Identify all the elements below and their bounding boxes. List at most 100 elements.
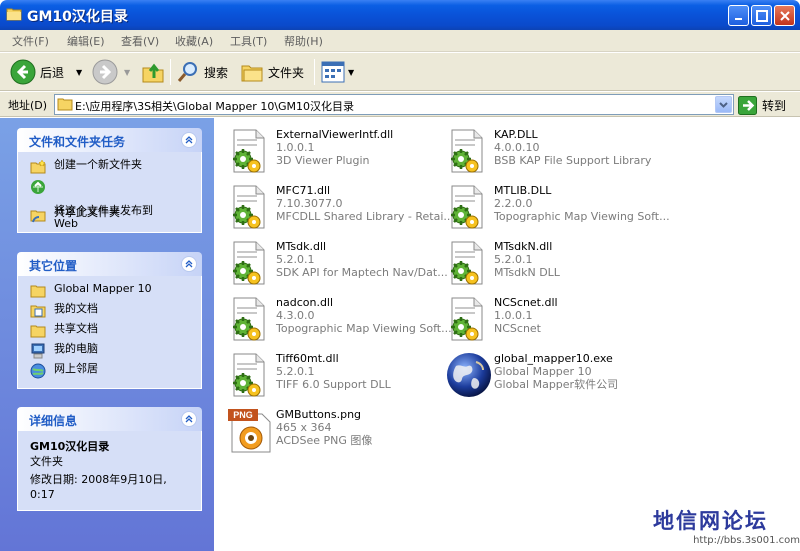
close-button[interactable] <box>774 5 795 26</box>
file-description: Global Mapper软件公司 <box>494 378 619 391</box>
file-name: nadcon.dll <box>276 296 334 309</box>
file-item[interactable]: nadcon.dll 4.3.0.0 Topographic Map Viewing… <box>220 292 452 344</box>
minimize-icon <box>735 18 742 20</box>
publish-web-icon <box>31 180 45 194</box>
file-description: Topographic Map Viewing Soft... <box>276 322 452 335</box>
task-publish-web[interactable]: 将这个文件夹发布到 Web <box>18 178 201 230</box>
file-name: KAP.DLL <box>494 128 538 141</box>
menu-tools[interactable]: 工具(T) <box>230 33 267 49</box>
file-item[interactable]: MFC71.dll 7.10.3077.0 MFCDLL Shared Librar… <box>220 180 454 232</box>
close-icon <box>780 11 790 21</box>
up-folder-icon <box>142 63 164 83</box>
toolbar-separator <box>314 59 315 85</box>
place-my-computer[interactable]: 我的电脑 <box>18 342 201 362</box>
file-description: ACDSee PNG 图像 <box>276 434 373 447</box>
file-tasks-header[interactable]: 文件和文件夹任务 <box>17 128 202 152</box>
menu-edit[interactable]: 编辑(E) <box>67 33 105 49</box>
file-version: 5.2.0.1 <box>276 365 315 378</box>
go-arrow-icon <box>738 95 757 115</box>
forward-dropdown-icon[interactable]: ▼ <box>124 68 130 77</box>
file-list: ExternalViewerIntf.dll 1.0.0.1 3D Viewer P… <box>214 118 800 551</box>
watermark: 地信网论坛 http://bbs.3s001.com <box>600 504 800 551</box>
folder-icon <box>57 98 73 111</box>
file-description: TIFF 6.0 Support DLL <box>276 378 391 391</box>
file-description: MTsdkN DLL <box>494 266 560 279</box>
file-item[interactable]: ExternalViewerIntf.dll 1.0.0.1 3D Viewer P… <box>220 124 430 176</box>
place-label: 网上邻居 <box>54 362 98 375</box>
file-item[interactable]: MTsdk.dll 5.2.0.1 SDK API for Maptech Nav/… <box>220 236 448 288</box>
place-my-documents[interactable]: 我的文档 <box>18 302 201 322</box>
address-dropdown-button[interactable] <box>715 96 732 113</box>
details-type: 文件夹 <box>30 455 63 468</box>
file-description: BSB KAP File Support Library <box>494 154 652 167</box>
file-item[interactable]: MTLIB.DLL 2.2.0.0 Topographic Map Viewing … <box>438 180 670 232</box>
file-version: 7.10.3077.0 <box>276 197 343 210</box>
other-places-panel: 其它位置 Global Mapper 10 我的文档 共享文档 我的电脑 网上邻… <box>17 252 202 389</box>
collapse-icon[interactable] <box>181 411 197 427</box>
chevron-down-icon <box>719 102 728 108</box>
folder-icon <box>30 285 46 298</box>
dll-icon <box>446 296 486 342</box>
back-button[interactable]: 后退 ▼ <box>10 57 82 87</box>
search-button[interactable]: 搜索 <box>176 57 228 87</box>
file-item[interactable]: global_mapper10.exe Global Mapper 10 Globa… <box>438 348 648 400</box>
file-description: SDK API for Maptech Nav/Dat... <box>276 266 448 279</box>
png-file-icon: PNG <box>228 408 271 454</box>
file-description: Topographic Map Viewing Soft... <box>494 210 670 223</box>
explorer-window: GM10汉化目录 文件(F) 编辑(E) 查看(V) 收藏(A) 工具(T) 帮… <box>0 0 800 551</box>
file-item[interactable]: KAP.DLL 4.0.0.10 BSB KAP File Support Libr… <box>438 124 652 176</box>
folders-label: 文件夹 <box>268 65 305 80</box>
menu-view[interactable]: 查看(V) <box>121 33 159 49</box>
back-dropdown-icon[interactable]: ▼ <box>76 68 82 77</box>
file-item[interactable]: PNG GMButtons.png 465 x 364 ACDSee PNG 图像 <box>220 404 430 456</box>
window-title: GM10汉化目录 <box>27 9 128 25</box>
task-pane: 文件和文件夹任务 创建一个新文件夹 将这个文件夹发布到 Web 共享此文件夹 其… <box>0 118 214 551</box>
go-label: 转到 <box>762 98 787 113</box>
minimize-button[interactable] <box>728 5 749 26</box>
my-computer-icon <box>31 343 45 359</box>
my-documents-icon <box>30 305 46 318</box>
place-network[interactable]: 网上邻居 <box>18 362 201 382</box>
up-folder-button[interactable] <box>140 57 166 87</box>
folders-button[interactable]: 文件夹 <box>240 57 304 87</box>
task-new-folder[interactable]: 创建一个新文件夹 <box>18 158 201 178</box>
other-places-header[interactable]: 其它位置 <box>17 252 202 276</box>
panel-title: 其它位置 <box>29 259 78 273</box>
forward-arrow-icon <box>92 59 118 85</box>
details-header[interactable]: 详细信息 <box>17 407 202 431</box>
menu-file[interactable]: 文件(F) <box>12 33 49 49</box>
views-button[interactable]: ▼ <box>321 57 354 87</box>
task-label: 创建一个新文件夹 <box>54 158 142 171</box>
collapse-icon[interactable] <box>181 132 197 148</box>
task-label: 共享此文件夹 <box>54 206 120 219</box>
back-label: 后退 <box>40 65 65 80</box>
go-button[interactable]: 转到 <box>738 95 786 115</box>
collapse-icon[interactable] <box>181 256 197 272</box>
png-badge-text: PNG <box>233 410 253 420</box>
maximize-icon <box>756 10 768 22</box>
task-share-folder[interactable]: 共享此文件夹 <box>18 206 201 226</box>
menu-help[interactable]: 帮助(H) <box>284 33 323 49</box>
views-dropdown-icon[interactable]: ▼ <box>348 68 354 77</box>
dll-icon <box>228 128 268 174</box>
place-shared-documents[interactable]: 共享文档 <box>18 322 201 342</box>
file-name: GMButtons.png <box>276 408 362 421</box>
file-item[interactable]: Tiff60mt.dll 5.2.0.1 TIFF 6.0 Support DLL <box>220 348 430 400</box>
watermark-url: http://bbs.3s001.com <box>693 535 800 546</box>
globe-exe-icon <box>446 352 491 398</box>
file-item[interactable]: NCScnet.dll 1.0.0.1 NCScnet <box>438 292 648 344</box>
place-global-mapper[interactable]: Global Mapper 10 <box>18 282 201 302</box>
menu-favorites[interactable]: 收藏(A) <box>175 33 213 49</box>
place-label: 共享文档 <box>54 322 98 335</box>
file-name: MTsdk.dll <box>276 240 327 253</box>
dll-icon <box>228 352 268 398</box>
address-input[interactable]: E:\应用程序\3S相关\Global Mapper 10\GM10汉化目录 <box>54 94 734 115</box>
search-icon <box>177 62 197 82</box>
file-name: ExternalViewerIntf.dll <box>276 128 394 141</box>
title-bar[interactable]: GM10汉化目录 <box>0 0 800 30</box>
forward-button[interactable]: ▼ <box>92 57 130 87</box>
file-tasks-panel: 文件和文件夹任务 创建一个新文件夹 将这个文件夹发布到 Web 共享此文件夹 <box>17 128 202 233</box>
file-item[interactable]: MTsdkN.dll 5.2.0.1 MTsdkN DLL <box>438 236 648 288</box>
maximize-button[interactable] <box>751 5 772 26</box>
toolbar-separator <box>170 59 171 85</box>
